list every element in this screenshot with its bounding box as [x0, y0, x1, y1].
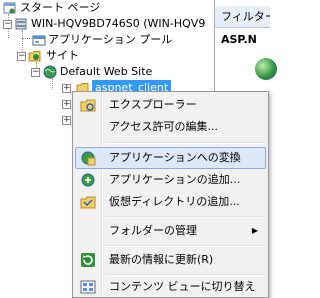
start-page-icon [3, 2, 16, 14]
expand-icon[interactable]: + [62, 100, 71, 109]
convert-application-icon [81, 151, 96, 166]
tree-item-label: スタート ページ [20, 1, 101, 14]
server-icon [15, 18, 27, 30]
tree-item-label: WIN-HQV9BD746S0 (WIN-HQV9 [31, 17, 206, 30]
globe-icon [43, 65, 57, 79]
menu-item-add-virtual-directory[interactable]: 仮想ディレクトリの追加... [75, 191, 266, 213]
menu-item-label: コンテンツ ビューに切り替え [109, 280, 256, 293]
collapse-icon[interactable]: − [17, 52, 26, 61]
collapse-icon[interactable]: − [31, 68, 40, 77]
menu-item-label: アプリケーションへの変換 [109, 151, 241, 164]
expand-icon[interactable]: + [62, 116, 71, 125]
tree-item-label: Default Web Site [60, 65, 153, 78]
menu-item-label: 最新の情報に更新(R) [109, 253, 214, 266]
menu-item-edit-permissions[interactable]: アクセス許可の編集... [75, 116, 266, 138]
menu-separator [105, 245, 266, 247]
submenu-arrow-icon: ▶ [251, 226, 258, 235]
feature-icon[interactable] [255, 58, 277, 80]
menu-item-label: エクスプローラー [109, 98, 197, 111]
menu-separator [105, 142, 266, 144]
menu-item-add-application[interactable]: アプリケーションの追加... [75, 169, 266, 191]
expand-icon[interactable]: + [62, 84, 71, 93]
tree-item-default-web-site[interactable]: − Default Web Site [0, 64, 214, 80]
add-virtual-directory-icon [80, 196, 96, 209]
app-pool-icon [32, 35, 46, 46]
tree-item-label: サイト [46, 49, 79, 62]
add-application-icon [81, 173, 95, 187]
tree-item-start-page[interactable]: スタート ページ [0, 0, 214, 16]
menu-item-refresh[interactable]: 最新の情報に更新(R) [75, 249, 266, 271]
menu-separator [105, 216, 266, 218]
filter-bar[interactable]: フィルター [215, 6, 270, 28]
content-view-icon [80, 280, 96, 294]
menu-item-explore[interactable]: エクスプローラー [75, 94, 266, 116]
menu-item-switch-content-view[interactable]: コンテンツ ビューに切り替え [75, 276, 266, 298]
collapse-icon[interactable]: − [3, 20, 12, 29]
menu-item-label: アクセス許可の編集... [109, 120, 218, 133]
tree-item-app-pools[interactable]: アプリケーション プール [0, 32, 214, 48]
menu-item-convert-to-application[interactable]: アプリケーションへの変換 [75, 147, 266, 169]
menu-item-manage-folder[interactable]: フォルダーの管理 ▶ [75, 220, 266, 242]
refresh-icon [81, 253, 95, 267]
explorer-icon [80, 99, 96, 112]
tree-item-label: アプリケーション プール [48, 33, 173, 46]
sites-folder-icon [28, 51, 41, 62]
section-header: ASP.N [221, 33, 257, 46]
tree-item-server[interactable]: − WIN-HQV9BD746S0 (WIN-HQV9 [0, 16, 214, 32]
tree-item-sites[interactable]: − サイト [0, 48, 214, 64]
menu-item-label: アプリケーションの追加... [109, 173, 241, 186]
context-menu: エクスプローラー アクセス許可の編集... アプリケーションへの変換 アプリケー… [72, 91, 269, 298]
menu-item-label: 仮想ディレクトリの追加... [109, 195, 240, 208]
menu-item-label: フォルダーの管理 [109, 224, 197, 237]
